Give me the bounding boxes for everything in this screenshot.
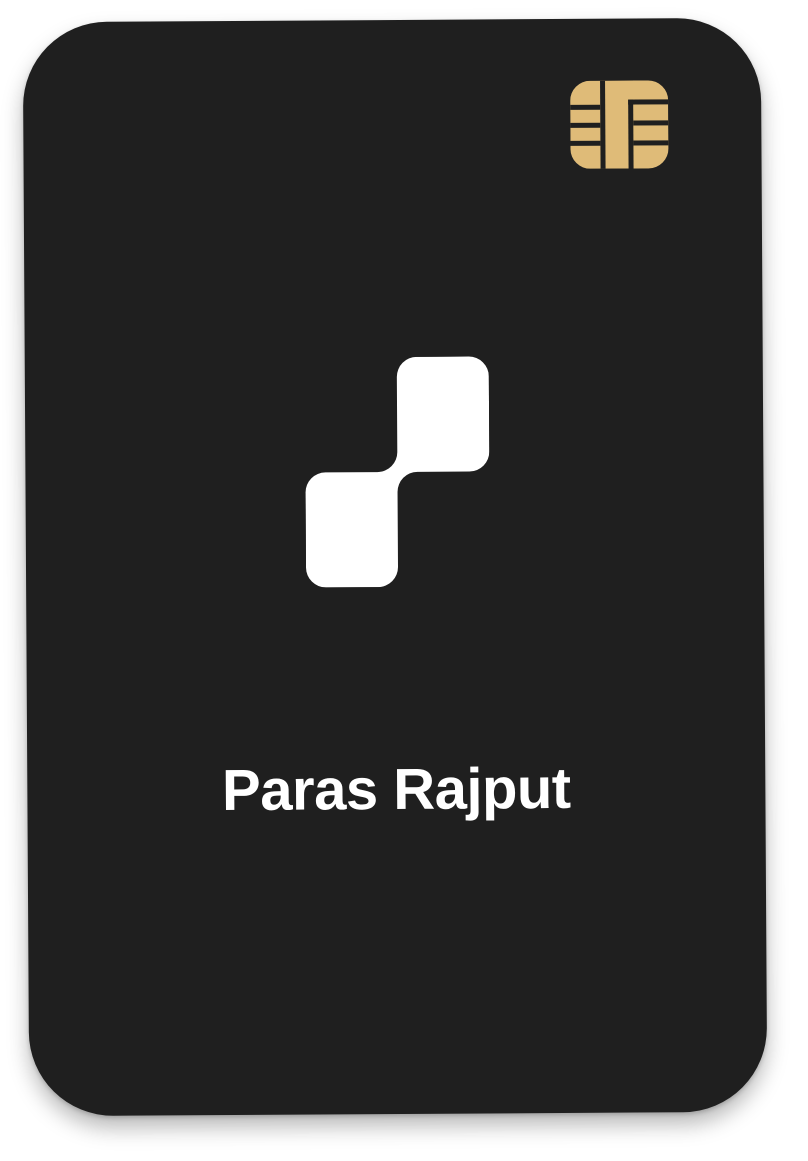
card-holder-name: Paras Rajput (221, 755, 571, 824)
card: Paras Rajput (22, 17, 768, 1117)
stacked-squares-logo (305, 356, 490, 588)
emv-chip-icon (570, 80, 669, 169)
